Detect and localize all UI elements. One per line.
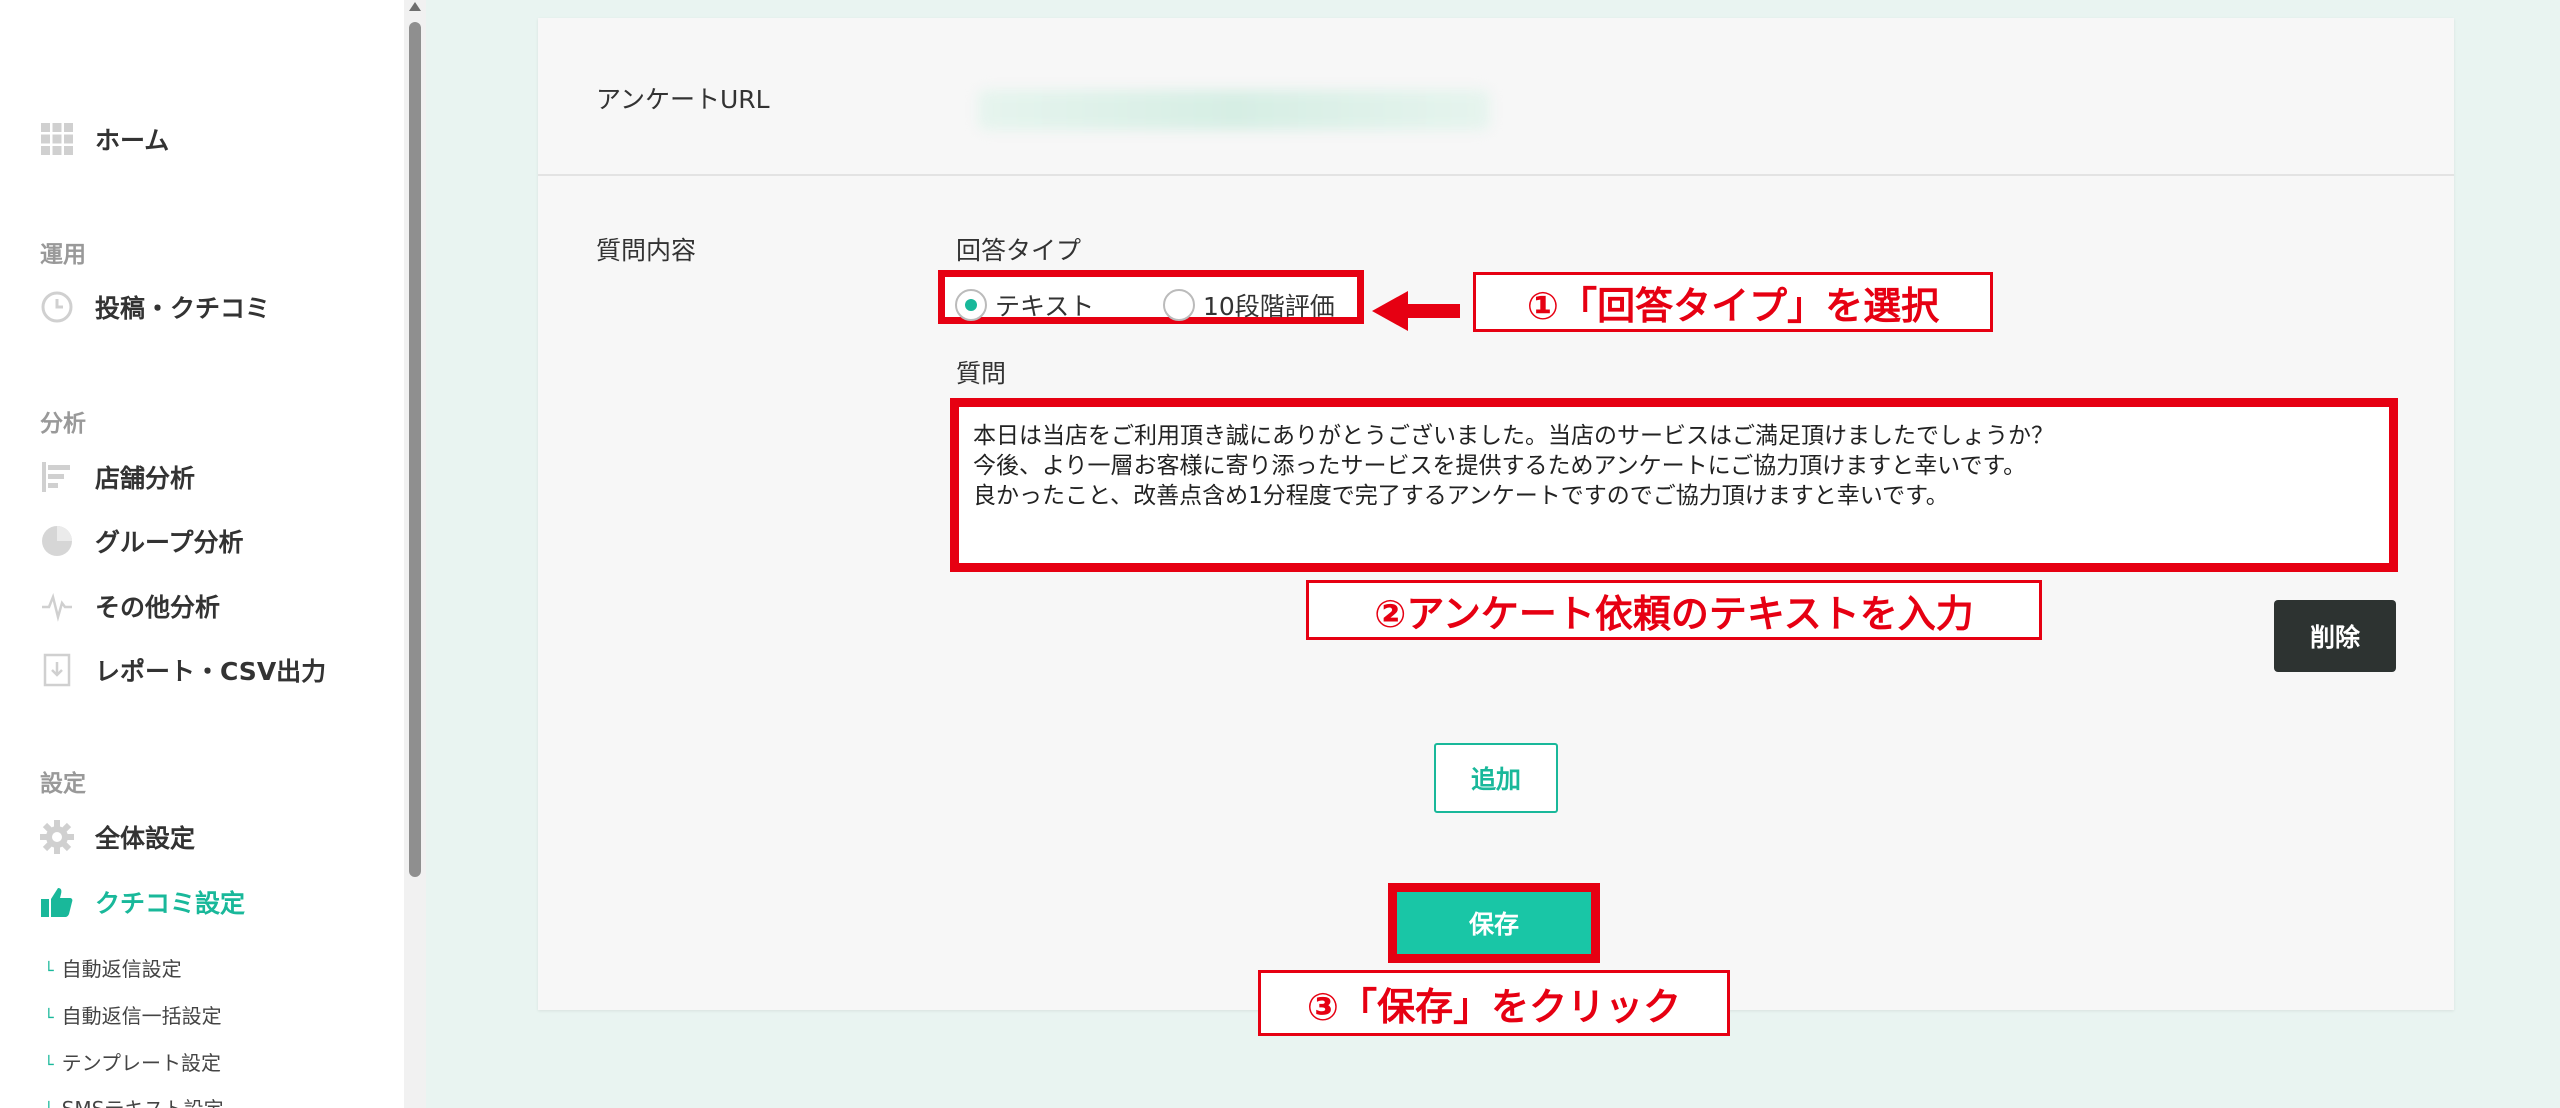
- survey-settings-card: アンケートURL 質問内容 回答タイプ テキスト 10段階評価 ①「回答タイプ」…: [538, 18, 2454, 1036]
- callout-step3: ③「保存」をクリック: [1258, 970, 1730, 1036]
- nav-report-csv[interactable]: レポート・CSV出力: [40, 648, 326, 692]
- question-line-1: 本日は当店をご利用頂き誠にありがとうございました。当店のサービスはご満足頂けまし…: [973, 423, 2054, 449]
- thumbs-up-icon: [40, 885, 74, 919]
- sub-item-auto-reply-bulk[interactable]: └ 自動返信一括設定: [44, 1000, 222, 1029]
- pulse-icon: [40, 589, 74, 623]
- scroll-thumb[interactable]: [409, 22, 421, 877]
- grid-icon: [40, 122, 74, 156]
- sub-item-bullet-icon: └: [44, 961, 54, 980]
- bar-chart-icon: [40, 460, 74, 494]
- survey-url-label: アンケートURL: [596, 85, 770, 114]
- gear-icon: [40, 820, 74, 854]
- nav-group-analysis-label: グループ分析: [95, 528, 244, 557]
- radio-10-scale-label: 10段階評価: [1203, 292, 1335, 321]
- download-file-icon: [40, 653, 74, 687]
- nav-store-analysis[interactable]: 店舗分析: [40, 455, 195, 499]
- callout-step1: ①「回答タイプ」を選択: [1473, 272, 1993, 332]
- nav-home[interactable]: ホーム: [40, 117, 169, 161]
- question-label: 質問: [956, 359, 1007, 388]
- section-settings: 設定: [40, 771, 86, 797]
- answer-type-radio-group: テキスト 10段階評価: [938, 270, 1364, 324]
- nav-store-analysis-label: 店舗分析: [95, 464, 196, 493]
- question-textarea[interactable]: 本日は当店をご利用頂き誠にありがとうございました。当店のサービスはご満足頂けまし…: [950, 398, 2398, 572]
- sub-item-bullet-icon: └: [44, 1101, 54, 1108]
- save-button-highlight: 保存: [1388, 883, 1600, 963]
- sub-item-template[interactable]: └ テンプレート設定: [44, 1047, 221, 1076]
- save-button[interactable]: 保存: [1397, 892, 1591, 954]
- question-content-label: 質問内容: [596, 236, 697, 265]
- survey-url-value-blurred: [978, 90, 1490, 130]
- nav-posts-reviews[interactable]: 投稿・クチコミ: [40, 285, 270, 329]
- radio-unselected-icon: [1163, 289, 1195, 321]
- nav-general-settings-label: 全体設定: [95, 824, 196, 853]
- nav-home-label: ホーム: [95, 126, 170, 155]
- nav-other-analysis[interactable]: その他分析: [40, 584, 220, 628]
- annotation-arrow-shaft: [1404, 304, 1460, 318]
- delete-button[interactable]: 削除: [2274, 600, 2396, 672]
- radio-text[interactable]: テキスト: [955, 287, 1094, 323]
- question-line-2: 今後、より一層お客様に寄り添ったサービスを提供するためアンケートにご協力頂けます…: [973, 453, 2027, 479]
- sub-item-auto-reply[interactable]: └ 自動返信設定: [44, 953, 182, 982]
- scroll-up-arrow-icon[interactable]: [409, 2, 421, 11]
- section-operation: 運用: [40, 242, 86, 268]
- nav-review-settings-label: クチコミ設定: [95, 889, 246, 918]
- nav-general-settings[interactable]: 全体設定: [40, 815, 195, 859]
- nav-review-settings[interactable]: クチコミ設定: [40, 880, 245, 924]
- nav-other-analysis-label: その他分析: [95, 593, 221, 622]
- nav-group-analysis[interactable]: グループ分析: [40, 519, 244, 563]
- question-line-3: 良かったこと、改善点含め1分程度で完了するアンケートですのでご協力頂けますと幸い…: [973, 483, 1949, 509]
- sub-item-bullet-icon: └: [44, 1008, 54, 1027]
- clock-icon: [40, 290, 74, 324]
- add-button[interactable]: 追加: [1434, 743, 1558, 813]
- callout-step2: ②アンケート依頼のテキストを入力: [1306, 580, 2042, 640]
- annotation-arrow-icon: [1372, 291, 1408, 331]
- pie-chart-icon: [40, 524, 74, 558]
- radio-10-scale[interactable]: 10段階評価: [1163, 287, 1335, 323]
- divider: [538, 174, 2454, 176]
- sub-item-bullet-icon: └: [44, 1055, 54, 1074]
- sidebar-scrollbar[interactable]: [404, 0, 426, 1108]
- answer-type-label: 回答タイプ: [956, 236, 1082, 265]
- sidebar: ホーム 運用 投稿・クチコミ 分析 店舗分析 グループ分析 その他分析 レポート…: [0, 0, 405, 1108]
- section-analysis: 分析: [40, 411, 86, 437]
- nav-posts-label: 投稿・クチコミ: [95, 294, 271, 323]
- radio-text-label: テキスト: [995, 292, 1095, 321]
- sub-item-sms-text[interactable]: └SMSテキスト設定: [44, 1093, 224, 1108]
- radio-selected-icon: [955, 289, 987, 321]
- nav-report-label: レポート・CSV出力: [95, 657, 327, 686]
